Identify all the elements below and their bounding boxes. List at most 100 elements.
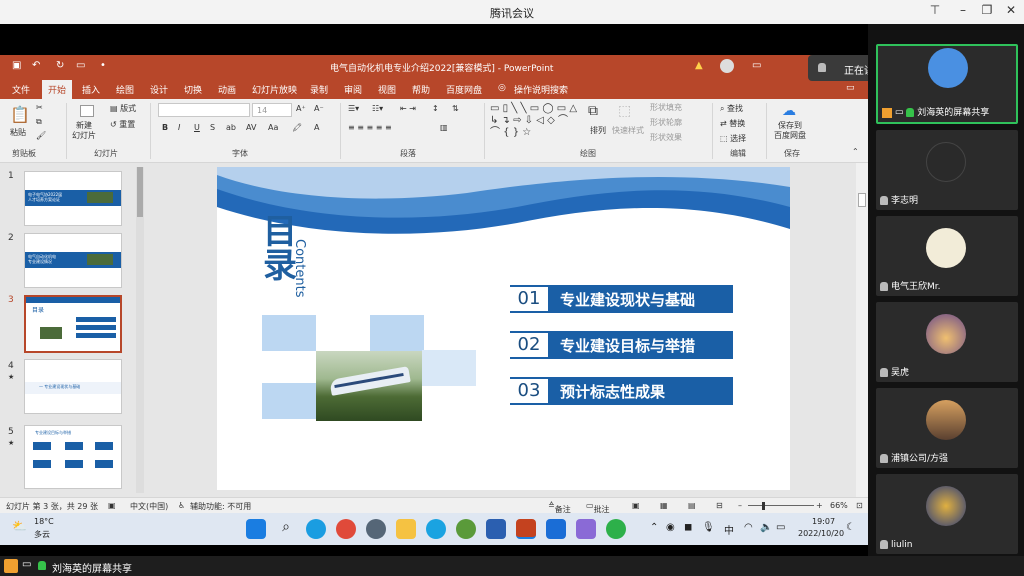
- align-buttons[interactable]: ≡ ≡ ≡ ≡ ≡: [348, 123, 392, 132]
- save-icon[interactable]: ▣: [12, 60, 21, 71]
- participant-card[interactable]: 李志明: [876, 130, 1018, 210]
- clock-date[interactable]: 2022/10/20: [798, 529, 844, 538]
- tray-chevron-icon[interactable]: ⌃: [650, 522, 658, 533]
- tab-transitions[interactable]: 切换: [184, 83, 202, 96]
- font-color-button[interactable]: A: [314, 123, 319, 132]
- zoom-out-button[interactable]: –: [738, 501, 742, 510]
- fit-slide-icon[interactable]: ⊡: [856, 501, 863, 510]
- sorter-view-icon[interactable]: ▦: [660, 501, 668, 510]
- comments-button[interactable]: ▭ 批注: [586, 501, 610, 513]
- pin-icon[interactable]: ⊤: [924, 3, 946, 17]
- ribbon-display-icon[interactable]: ▭: [752, 60, 761, 71]
- tab-slideshow[interactable]: 幻灯片放映: [252, 83, 297, 96]
- slide-thumbnail-3[interactable]: 目录: [24, 295, 122, 353]
- tab-review[interactable]: 审阅: [344, 83, 362, 96]
- wechat-icon[interactable]: [606, 519, 626, 539]
- tab-file[interactable]: 文件: [12, 83, 30, 96]
- restore-icon[interactable]: ❐: [976, 3, 998, 17]
- tray-mic-icon[interactable]: 🎙: [702, 522, 715, 533]
- participant-card[interactable]: 浦镇公司/方强: [876, 388, 1018, 468]
- language-indicator[interactable]: 中文(中国): [130, 501, 168, 512]
- clock-time[interactable]: 19:07: [812, 517, 835, 526]
- shadow-button[interactable]: S: [210, 123, 215, 132]
- new-slide-icon[interactable]: [80, 105, 94, 117]
- search-icon[interactable]: ⌕: [276, 519, 296, 539]
- notes-button[interactable]: ≙ 备注: [548, 501, 571, 513]
- tray-icon[interactable]: ◼: [684, 522, 692, 533]
- slideshow-view-icon[interactable]: ⊟: [716, 501, 723, 510]
- zoom-level[interactable]: 66%: [830, 501, 848, 510]
- tab-design[interactable]: 设计: [150, 83, 168, 96]
- format-painter-icon[interactable]: 🖌: [36, 131, 46, 140]
- tab-help[interactable]: 帮助: [412, 83, 430, 96]
- columns-button[interactable]: ▥: [440, 123, 448, 132]
- save-baidu-button[interactable]: 保存到 百度网盘: [774, 121, 806, 141]
- start-icon[interactable]: [246, 519, 266, 539]
- font-size-input[interactable]: 14: [252, 103, 292, 117]
- participant-card[interactable]: 吴虎: [876, 302, 1018, 382]
- weather-icon[interactable]: ⛅: [12, 519, 27, 533]
- arrange-icon[interactable]: ⧉: [588, 103, 598, 119]
- normal-view-icon[interactable]: ▣: [632, 501, 640, 510]
- shrink-font-icon[interactable]: A⁻: [314, 104, 324, 113]
- select-button[interactable]: ⬚ 选择: [720, 133, 746, 144]
- settings-icon[interactable]: [366, 519, 386, 539]
- replace-button[interactable]: ⇄ 替换: [720, 118, 745, 129]
- app-icon[interactable]: [576, 519, 596, 539]
- tray-icon[interactable]: ◉: [666, 522, 675, 533]
- tab-view[interactable]: 视图: [378, 83, 396, 96]
- slide-thumbnail-4[interactable]: 一 专业建设现状与基础: [24, 359, 122, 414]
- zoom-in-button[interactable]: +: [816, 501, 823, 510]
- baidu-cloud-icon[interactable]: ☁: [782, 103, 796, 119]
- spacing-button[interactable]: AV: [246, 123, 256, 132]
- participant-card[interactable]: 电气王欣Mr.: [876, 216, 1018, 296]
- highlight-icon[interactable]: 🖍: [292, 123, 302, 132]
- tab-animations[interactable]: 动画: [218, 83, 236, 96]
- accessibility-status[interactable]: 辅助功能: 不可用: [190, 501, 251, 512]
- font-name-input[interactable]: [158, 103, 250, 117]
- zoom-slider[interactable]: [748, 505, 814, 506]
- paste-icon[interactable]: 📋: [10, 105, 30, 124]
- strikethrough-button[interactable]: ab: [226, 123, 236, 132]
- collapse-ribbon-icon[interactable]: ⌃: [852, 147, 859, 156]
- zoom-slider-thumb[interactable]: [762, 502, 765, 510]
- weather-temp[interactable]: 18°C: [34, 517, 54, 526]
- underline-button[interactable]: U: [194, 123, 200, 132]
- grow-font-icon[interactable]: A⁺: [296, 104, 306, 113]
- text-direction-button[interactable]: ⇅: [452, 104, 459, 113]
- comments-icon[interactable]: ▭: [846, 83, 855, 93]
- copy-icon[interactable]: ⧉: [36, 117, 42, 127]
- reset-button[interactable]: ↺ 重置: [110, 119, 135, 130]
- italic-button[interactable]: I: [178, 123, 180, 132]
- tab-baidu[interactable]: 百度网盘: [446, 83, 482, 96]
- find-button[interactable]: ⌕ 查找: [720, 103, 743, 114]
- edge-icon[interactable]: [306, 519, 326, 539]
- close-icon[interactable]: ✕: [1000, 3, 1022, 17]
- cut-icon[interactable]: ✂: [36, 103, 43, 112]
- notifications-icon[interactable]: ☾: [846, 522, 855, 533]
- participant-card[interactable]: liulin: [876, 474, 1018, 554]
- quick-styles-button[interactable]: 快速样式: [612, 125, 644, 136]
- word-icon[interactable]: [486, 519, 506, 539]
- app-icon[interactable]: [456, 519, 476, 539]
- customize-qat-icon[interactable]: •: [100, 60, 106, 71]
- file-explorer-icon[interactable]: [396, 519, 416, 539]
- indent-buttons[interactable]: ⇤ ⇥: [400, 104, 416, 113]
- tell-me-search[interactable]: 操作说明搜索: [514, 83, 568, 96]
- ie-icon[interactable]: [426, 519, 446, 539]
- weather-desc[interactable]: 多云: [34, 529, 50, 540]
- powerpoint-icon[interactable]: [516, 519, 536, 539]
- tab-record[interactable]: 录制: [310, 83, 328, 96]
- line-spacing-button[interactable]: ↕: [432, 104, 439, 113]
- new-slide-button[interactable]: 新建 幻灯片: [72, 121, 96, 141]
- chrome-icon[interactable]: [336, 519, 356, 539]
- undo-icon[interactable]: ↶: [32, 60, 40, 71]
- bold-button[interactable]: B: [162, 123, 168, 132]
- wifi-icon[interactable]: ◠: [744, 522, 753, 533]
- ime-indicator[interactable]: 中: [724, 522, 734, 537]
- thumbnail-scrollbar[interactable]: [136, 167, 144, 493]
- participant-card[interactable]: ▭ 刘海英的屏幕共享: [876, 44, 1018, 124]
- minimize-icon[interactable]: –: [952, 3, 974, 17]
- redo-icon[interactable]: ↻: [56, 60, 64, 71]
- tencent-meeting-icon[interactable]: [546, 519, 566, 539]
